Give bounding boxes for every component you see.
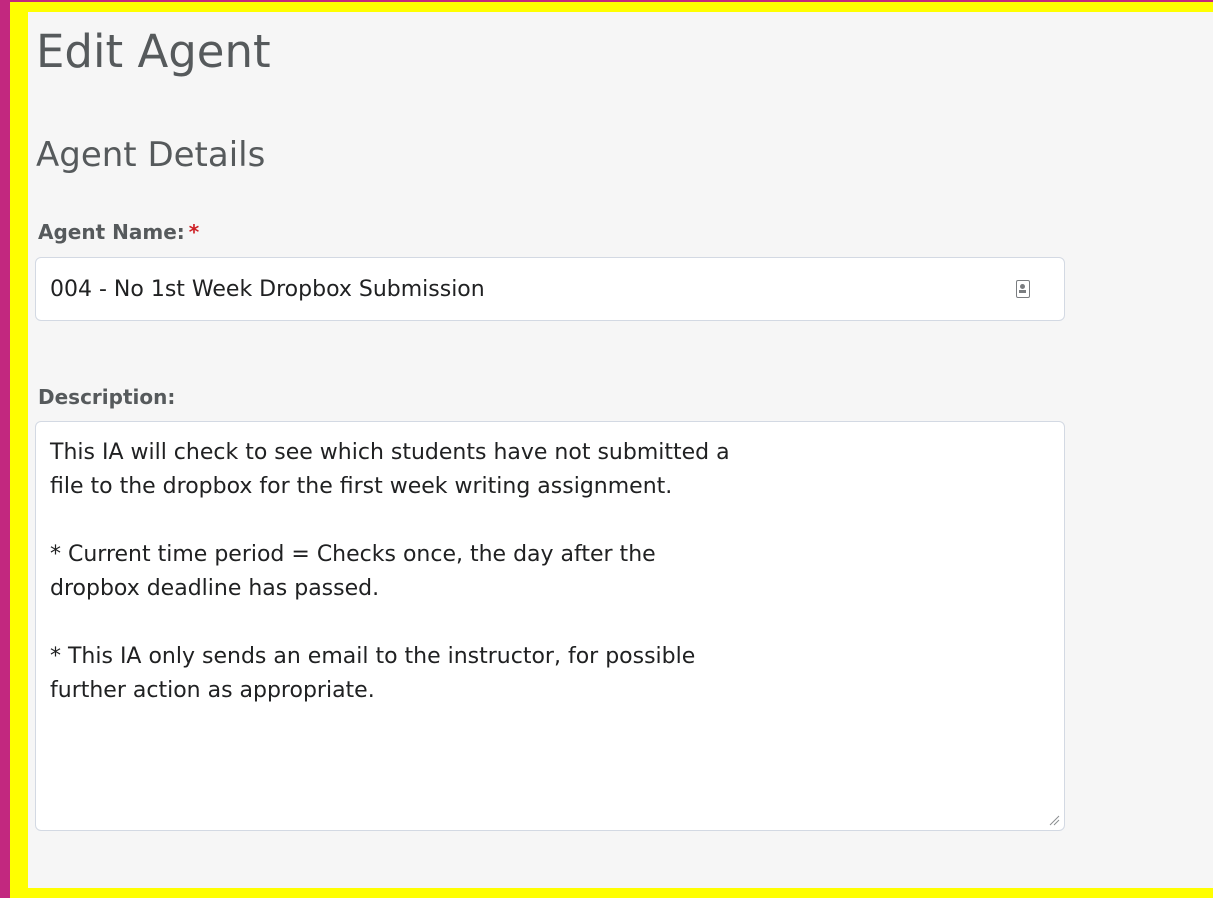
- agent-name-label: Agent Name: *: [38, 218, 199, 246]
- section-title-agent-details: Agent Details: [36, 135, 266, 175]
- agent-name-label-text: Agent Name:: [38, 220, 185, 244]
- description-label: Description:: [38, 385, 176, 409]
- contact-card-icon-head: [1020, 284, 1025, 289]
- contact-card-icon-body: [1019, 290, 1026, 293]
- required-asterisk: *: [188, 220, 200, 244]
- page-title: Edit Agent: [36, 25, 271, 78]
- description-textarea[interactable]: This IA will check to see which students…: [35, 421, 1065, 831]
- resize-grip-icon[interactable]: [1048, 814, 1060, 826]
- agent-name-field[interactable]: [35, 257, 1065, 321]
- description-text[interactable]: This IA will check to see which students…: [50, 436, 1050, 708]
- agent-name-input[interactable]: [50, 258, 990, 320]
- contact-card-icon: [1016, 280, 1030, 298]
